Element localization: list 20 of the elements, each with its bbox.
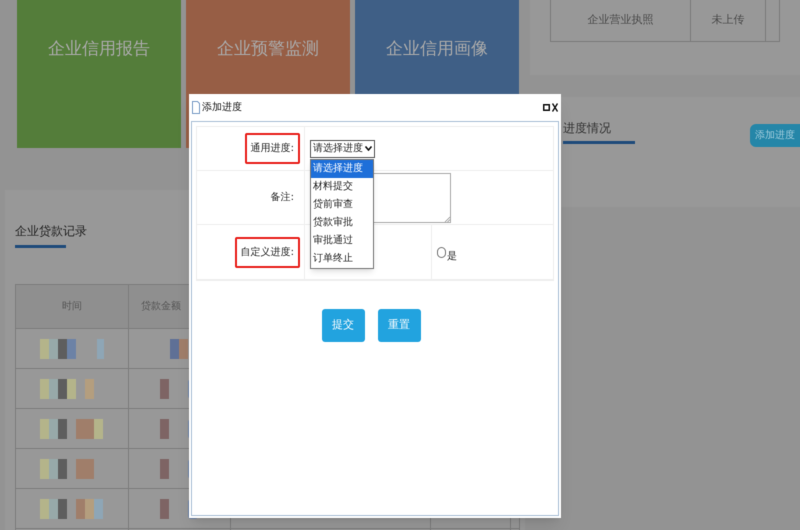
column-header: 时间 — [62, 300, 82, 314]
dropdown-option[interactable]: 材料提交 — [311, 178, 373, 196]
dropdown-option[interactable]: 请选择进度 — [311, 160, 373, 178]
column-header: 贷款金额 — [141, 300, 181, 314]
field-label: 通用进度: — [244, 133, 300, 164]
progress-select[interactable]: 请选择进度 — [310, 140, 375, 158]
dropdown-option[interactable]: 订单终止 — [311, 250, 373, 268]
field-label: 备注: — [270, 190, 295, 205]
table-cell: 未上传 — [691, 0, 766, 41]
section-title: 企业贷款记录 — [15, 224, 87, 238]
field-label: 自定义进度: — [234, 236, 300, 268]
table-cell: 企业营业执照 — [551, 0, 691, 41]
section-title: 进度情况 — [563, 120, 612, 137]
dropdown-option[interactable]: 贷款审批 — [311, 214, 373, 232]
dropdown-option[interactable]: 审批通过 — [311, 232, 373, 250]
form-button[interactable]: 重置 — [378, 309, 420, 342]
radio-label: 是 — [447, 250, 457, 264]
form-button[interactable]: 提交 — [322, 309, 364, 342]
dialog-title: 添加进度 — [202, 100, 242, 115]
dropdown-option[interactable]: 贷前审查 — [311, 196, 373, 214]
